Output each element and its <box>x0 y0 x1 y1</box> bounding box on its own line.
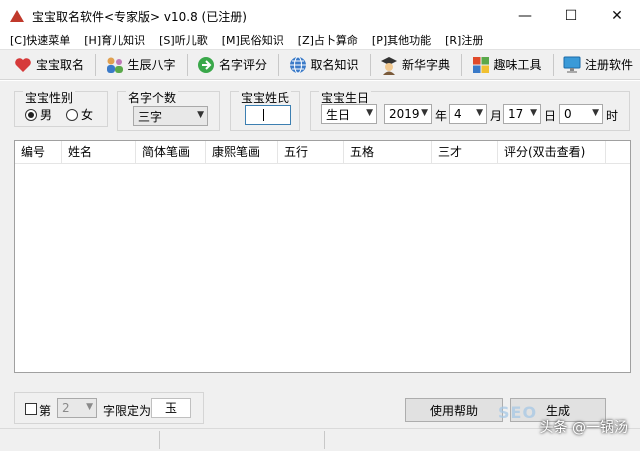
year-select[interactable]: 2019 ▼ <box>384 104 432 124</box>
month-select[interactable]: 4 ▼ <box>449 104 487 124</box>
hour-select[interactable]: 0 ▼ <box>559 104 603 124</box>
char-limit-prefix: 第 <box>39 404 52 418</box>
tool-label: 注册软件 <box>585 58 634 72</box>
year-unit: 年 <box>435 109 448 123</box>
radio-selected-icon <box>25 108 37 121</box>
gender-male-radio[interactable]: 男 <box>25 106 52 123</box>
calendar-value: 生日 <box>326 107 351 122</box>
maximize-button[interactable]: ☐ <box>548 0 594 32</box>
col-header-name[interactable]: 姓名 <box>62 141 136 164</box>
char-limit-input[interactable]: 玉 <box>151 398 191 418</box>
chevron-down-icon: ▼ <box>476 108 483 118</box>
month-unit: 月 <box>490 109 503 123</box>
minimize-button[interactable]: — <box>502 0 548 32</box>
close-button[interactable]: ✕ <box>594 0 640 32</box>
char-position-select[interactable]: 2 ▼ <box>57 398 97 418</box>
birthday-group: 宝宝生日 生日 ▼ 2019 ▼ 年 4 ▼ 月 17 ▼ 日 0 ▼ 时 <box>310 89 630 131</box>
text-caret <box>263 109 264 121</box>
char-limit-value: 玉 <box>164 401 177 415</box>
heart-icon <box>13 55 33 75</box>
gender-female-label: 女 <box>81 108 94 122</box>
main-panel: 宝宝性别 男 女 名字个数 三字 ▼ 宝宝姓氏 宝宝生日 生日 ▼ 2019 ▼… <box>0 81 640 451</box>
tool-label: 取名知识 <box>310 58 359 72</box>
menu-bar: [C]快速菜单 [H]育儿知识 [S]听儿歌 [M]民俗知识 [Z]占卜算命 [… <box>0 32 640 48</box>
char-limit-group: 第 2 ▼ 字限定为 玉 <box>14 392 204 424</box>
tool-fun-tools[interactable]: 趣味工具 <box>466 53 547 77</box>
chevron-down-icon: ▼ <box>197 110 204 120</box>
col-header-score[interactable]: 评分(双击查看) <box>498 141 606 164</box>
year-value: 2019 <box>389 107 420 121</box>
gender-male-label: 男 <box>40 108 53 122</box>
surname-label: 宝宝姓氏 <box>239 89 292 106</box>
windows-icon <box>471 55 491 75</box>
tool-label: 趣味工具 <box>493 58 542 72</box>
hour-value: 0 <box>564 107 572 121</box>
chevron-down-icon: ▼ <box>592 108 599 118</box>
window-title: 宝宝取名软件<专家版> v10.8 (已注册) <box>32 9 247 24</box>
col-header-simplified-strokes[interactable]: 简体笔画 <box>136 141 206 164</box>
radio-empty-icon <box>66 108 79 121</box>
tool-birth-chart[interactable]: 生辰八字 <box>100 53 181 77</box>
name-count-group: 名字个数 三字 ▼ <box>117 89 220 131</box>
name-count-label: 名字个数 <box>126 89 179 106</box>
tool-naming-knowledge[interactable]: 取名知识 <box>283 53 364 77</box>
tool-label: 名字评分 <box>219 58 268 72</box>
surname-group: 宝宝姓氏 <box>230 89 300 131</box>
gender-group: 宝宝性别 男 女 <box>14 89 108 127</box>
menu-parenting[interactable]: [H]育儿知识 <box>74 32 149 48</box>
gender-female-radio[interactable]: 女 <box>66 106 93 123</box>
toolbar: 宝宝取名 生辰八字 名字评分 取名知识 新华字典 趣味工具 注册软件 <box>0 49 640 80</box>
status-segment <box>160 431 325 449</box>
tool-baby-naming[interactable]: 宝宝取名 <box>8 53 89 77</box>
window-controls: — ☐ ✕ <box>502 0 640 32</box>
col-header-kangxi-strokes[interactable]: 康熙笔画 <box>206 141 278 164</box>
name-count-value: 三字 <box>138 109 163 124</box>
hour-unit: 时 <box>606 109 619 123</box>
day-unit: 日 <box>544 109 557 123</box>
chevron-down-icon: ▼ <box>366 108 373 118</box>
col-header-five-elements[interactable]: 五行 <box>278 141 344 164</box>
menu-other[interactable]: [P]其他功能 <box>362 32 435 48</box>
app-logo-icon <box>10 10 24 22</box>
tool-label: 宝宝取名 <box>36 58 85 72</box>
chevron-down-icon: ▼ <box>86 402 93 412</box>
title-bar: 宝宝取名软件<专家版> v10.8 (已注册) — ☐ ✕ <box>0 0 640 32</box>
results-table[interactable]: 编号 姓名 简体笔画 康熙笔画 五行 五格 三才 评分(双击查看) <box>14 140 631 373</box>
char-limit-checkbox[interactable] <box>25 403 37 415</box>
status-segment <box>0 431 160 449</box>
tool-label: 生辰八字 <box>127 58 176 72</box>
col-header-number[interactable]: 编号 <box>15 141 62 164</box>
scholar-icon <box>379 55 399 75</box>
menu-folklore[interactable]: [M]民俗知识 <box>212 32 288 48</box>
gender-label: 宝宝性别 <box>23 89 76 106</box>
chevron-down-icon: ▼ <box>421 108 428 118</box>
menu-quick[interactable]: [C]快速菜单 <box>0 32 74 48</box>
source-watermark: 头条 @一锅汤 <box>539 420 628 436</box>
calendar-select[interactable]: 生日 ▼ <box>321 104 377 124</box>
monitor-icon <box>562 55 582 75</box>
month-value: 4 <box>454 107 462 121</box>
people-icon <box>105 55 125 75</box>
menu-register[interactable]: [R]注册 <box>435 32 487 48</box>
char-limit-label: 字限定为 <box>103 404 152 418</box>
arrow-right-icon <box>196 55 216 75</box>
name-count-select[interactable]: 三字 ▼ <box>133 106 208 126</box>
globe-icon <box>288 55 308 75</box>
day-value: 17 <box>508 107 524 121</box>
menu-songs[interactable]: [S]听儿歌 <box>149 32 212 48</box>
char-position-value: 2 <box>62 401 70 415</box>
tool-register[interactable]: 注册软件 <box>557 53 638 77</box>
day-select[interactable]: 17 ▼ <box>503 104 541 124</box>
col-header-three-talents[interactable]: 三才 <box>432 141 498 164</box>
col-header-five-grids[interactable]: 五格 <box>344 141 432 164</box>
tool-dictionary[interactable]: 新华字典 <box>374 53 455 77</box>
tool-label: 新华字典 <box>402 58 451 72</box>
surname-input[interactable] <box>245 105 291 125</box>
tool-name-score[interactable]: 名字评分 <box>191 53 272 77</box>
seo-watermark: SEO <box>498 403 538 422</box>
help-button[interactable]: 使用帮助 <box>405 398 503 422</box>
chevron-down-icon: ▼ <box>530 108 537 118</box>
table-header: 编号 姓名 简体笔画 康熙笔画 五行 五格 三才 评分(双击查看) <box>15 141 630 164</box>
menu-divination[interactable]: [Z]占卜算命 <box>288 32 362 48</box>
